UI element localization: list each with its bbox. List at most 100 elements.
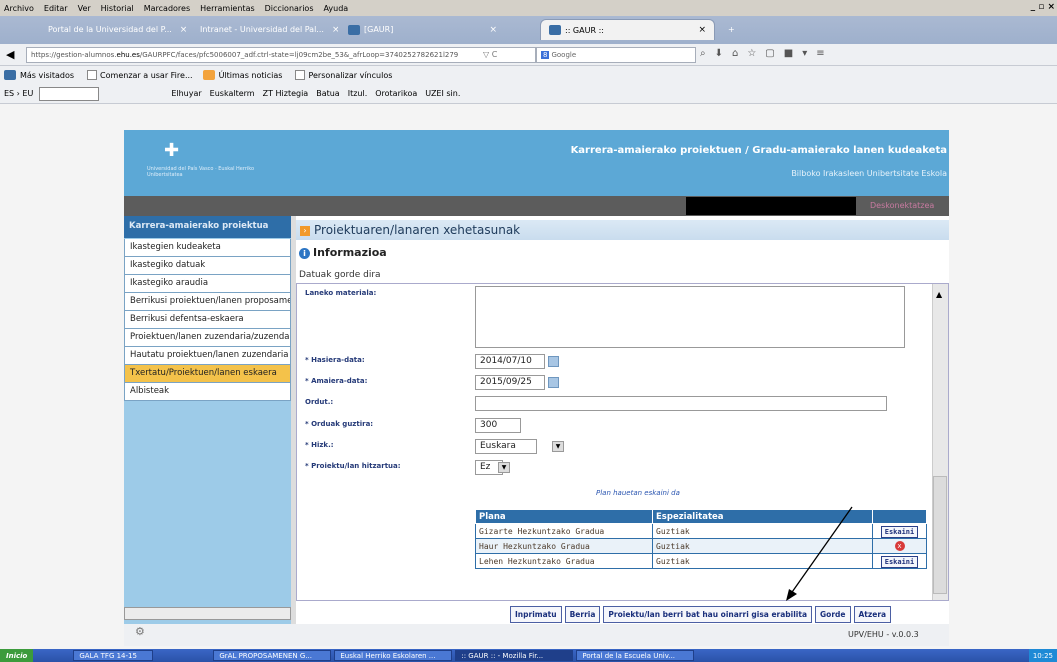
link-itzul[interactable]: Itzul. (348, 89, 368, 98)
sidebar-item-albisteak[interactable]: Albisteak (124, 383, 291, 401)
language-select[interactable]: Euskara (475, 439, 537, 454)
task-portal[interactable]: Portal de la Escuela Univ... (576, 650, 695, 661)
url-bar[interactable]: https://gestion-alumnos.ehu.es/GAURPFC/f… (26, 47, 506, 63)
sidebar-item-berrikusi-proposamenak[interactable]: Berrikusi proiektuen/lanen proposamenak (124, 293, 291, 311)
label-total-hours: * Orduak guztira: (305, 420, 374, 428)
info-message: Datuak gorde dira (299, 270, 381, 280)
eskaini-button[interactable]: Eskaini (880, 555, 919, 568)
scrollbar-thumb[interactable] (933, 476, 947, 594)
link-euskalterm[interactable]: Euskalterm (210, 89, 255, 98)
dictionary-input[interactable] (39, 86, 100, 101)
tab-bar: Portal de la Universidad del P... × Intra… (0, 16, 1057, 44)
chevron-down-icon[interactable]: ▼ (498, 462, 510, 473)
use-as-base-button[interactable]: Proiektu/lan berri bat hau oinarri gisa … (603, 606, 813, 623)
toolbar-icons[interactable]: ⌕⬇⌂☆▢■▾≡ (700, 48, 834, 59)
link-batua[interactable]: Batua (316, 89, 340, 98)
version-label: UPV/EHU - v.0.0.3 (848, 630, 919, 639)
navigation-bar: ◀ https://gestion-alumnos.ehu.es/GAURPFC… (0, 44, 1057, 66)
back-button[interactable]: Atzera (853, 606, 892, 623)
bookmark-noticias[interactable]: Últimas noticias (202, 70, 282, 80)
sidebar-item-txertatu[interactable]: Txertatu/Proiektuen/lanen eskaera (124, 365, 291, 383)
link-uzei[interactable]: UZEI sin. (425, 89, 460, 98)
label-hours: Ordut.: (305, 398, 334, 406)
label-start-date: * Hasiera-data: (305, 356, 365, 364)
close-icon[interactable]: × (481, 25, 497, 35)
menu-diccionarios[interactable]: Diccionarios (265, 4, 314, 13)
task-gaur[interactable]: :: GAUR :: - Mozilla Fir... (455, 650, 574, 661)
search-input[interactable]: 8 Google (536, 47, 696, 63)
page-title-bar: › Proiektuaren/lanaren xehetasunak (296, 220, 949, 240)
tab-portal[interactable]: Portal de la Universidad del P... × (36, 19, 186, 40)
plan-hint: Plan hauetan eskaini da (596, 489, 680, 497)
menu-historial[interactable]: Historial (101, 4, 134, 13)
hours-input[interactable] (475, 396, 887, 411)
sidebar-hscrollbar[interactable] (124, 607, 291, 620)
new-button[interactable]: Berria (564, 606, 601, 623)
print-button[interactable]: Inprimatu (510, 606, 562, 623)
close-icon[interactable]: × (324, 25, 338, 35)
sidebar-title: Karrera-amaierako proiektua (124, 216, 291, 238)
task-gala[interactable]: GALA TFG 14-15 (73, 650, 154, 661)
column-header-action (872, 509, 927, 524)
sidebar-item-ikastegien-kudeaketa[interactable]: Ikastegien kudeaketa (124, 239, 291, 257)
new-tab-button[interactable]: + (720, 19, 740, 40)
menu-editar[interactable]: Editar (44, 4, 68, 13)
start-button[interactable]: Inicio (0, 649, 34, 662)
back-icon[interactable]: ◀ (6, 48, 14, 61)
menu-marcadores[interactable]: Marcadores (144, 4, 190, 13)
link-zt-hiztegia[interactable]: ZT Hiztegia (263, 89, 309, 98)
bookmark-personalizar[interactable]: Personalizar vínculos (292, 70, 392, 80)
link-elhuyar[interactable]: Elhuyar (171, 89, 201, 98)
bookmark-comenzar[interactable]: Comenzar a usar Fire... (84, 70, 193, 80)
task-euskal[interactable]: Euskal Herriko Eskolaren ... (334, 650, 453, 661)
menu-ayuda[interactable]: Ayuda (323, 4, 348, 13)
bookmark-mas-visitados[interactable]: Más visitados (4, 70, 74, 80)
logout-link[interactable]: Deskonektatzea (870, 201, 934, 210)
info-heading: i Informazioa (299, 246, 387, 259)
url-reload[interactable]: ▽ C (480, 47, 536, 63)
logo-text: Universidad del País Vasco · Euskal Herr… (147, 166, 255, 178)
calendar-icon[interactable] (548, 377, 559, 388)
app-footer (124, 624, 949, 646)
dictionary-toolbar: ES › EU Elhuyar Euskalterm ZT Hiztegia B… (0, 84, 1057, 104)
scroll-up-icon[interactable]: ▲ (936, 290, 942, 299)
window-controls[interactable]: _ ▫ × (1031, 2, 1055, 12)
material-textarea[interactable] (475, 286, 905, 348)
link-orotarikoa[interactable]: Orotarikoa (375, 89, 417, 98)
close-icon[interactable]: × (172, 25, 186, 35)
sidebar-item-hautatu-zuzendaria[interactable]: Hautatu proiektuen/lanen zuzendaria (124, 347, 291, 365)
tab-gaur-active[interactable]: :: GAUR :: × (540, 19, 715, 40)
arrow-head (786, 589, 797, 601)
save-button[interactable]: Gorde (815, 606, 851, 623)
close-icon[interactable]: × (690, 25, 706, 35)
sidebar-item-zuzendaria[interactable]: Proiektuen/lanen zuzendaria/zuzendariak (124, 329, 291, 347)
sidebar-item-ikastegiko-datuak[interactable]: Ikastegiko datuak (124, 257, 291, 275)
label-end-date: * Amaiera-data: (305, 377, 368, 385)
browser-menubar: Archivo Editar Ver Historial Marcadores … (0, 0, 1057, 16)
windows-taskbar: Inicio GALA TFG 14-15 GrAL PROPOSAMENEN … (0, 649, 1057, 662)
end-date-input[interactable]: 2015/09/25 (475, 375, 545, 390)
system-tray: 10:25 (1028, 649, 1057, 662)
lang-selector[interactable]: ES › EU (4, 89, 33, 98)
start-date-input[interactable]: 2014/07/10 (475, 354, 545, 369)
arrow-right-icon: › (300, 225, 310, 236)
app-title: Karrera-amaierako proiektuen / Gradu-ama… (570, 145, 947, 156)
sidebar-item-berrikusi-defentsa[interactable]: Berrikusi defentsa-eskaera (124, 311, 291, 329)
column-header-plana: Plana (475, 509, 653, 524)
remove-icon[interactable]: x (894, 541, 905, 551)
menu-archivo[interactable]: Archivo (4, 4, 34, 13)
tab-gaur[interactable]: [GAUR] × (340, 19, 505, 40)
task-gral[interactable]: GrAL PROPOSAMENEN G... (213, 650, 332, 661)
chevron-down-icon[interactable]: ▼ (552, 441, 564, 452)
sidebar-item-ikastegiko-araudia[interactable]: Ikastegiko araudia (124, 275, 291, 293)
eskaini-button[interactable]: Eskaini (880, 525, 919, 538)
tab-intranet[interactable]: Intranet - Universidad del Pal... × (188, 19, 338, 40)
total-hours-input[interactable]: 300 (475, 418, 521, 433)
menu-ver[interactable]: Ver (78, 4, 91, 13)
app-subtitle: Bilboko Irakasleen Unibertsitate Eskola (791, 169, 947, 178)
calendar-icon[interactable] (548, 356, 559, 367)
info-icon: i (299, 248, 310, 259)
cell-plan: Lehen Hezkuntzako Gradua (475, 553, 653, 569)
menu-herramientas[interactable]: Herramientas (200, 4, 255, 13)
bookmark-icon (4, 70, 16, 80)
